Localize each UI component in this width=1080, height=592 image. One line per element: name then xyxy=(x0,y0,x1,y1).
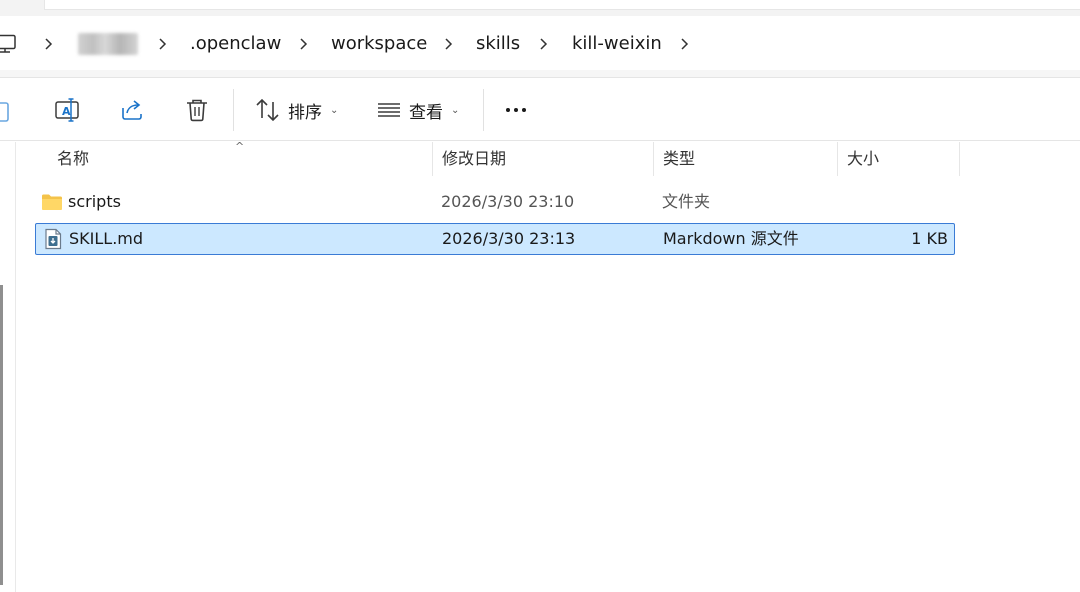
chevron-right-icon[interactable] xyxy=(298,34,308,54)
delete-button[interactable] xyxy=(183,95,211,125)
sort-label: 排序 xyxy=(288,102,322,123)
computer-icon[interactable] xyxy=(0,34,16,54)
share-icon xyxy=(122,100,142,120)
more-icon xyxy=(506,108,526,112)
address-bar-top-strip xyxy=(0,0,1080,16)
breadcrumb-item-redacted-user[interactable] xyxy=(78,33,138,55)
file-explorer-window: .openclaw workspace skills kill-weixin A xyxy=(0,0,1080,592)
chevron-right-icon[interactable] xyxy=(43,34,53,54)
navigation-pane-scrollbar[interactable] xyxy=(0,285,3,585)
chevron-right-icon[interactable] xyxy=(157,34,167,54)
trash-icon xyxy=(187,99,207,122)
column-header-type[interactable]: 类型 xyxy=(653,142,837,176)
more-options-button[interactable] xyxy=(503,95,531,125)
breadcrumb-toolbar-divider xyxy=(0,70,1080,78)
rename-button[interactable]: A xyxy=(53,95,81,125)
toolbar-separator xyxy=(483,89,484,131)
column-header-type-label: 类型 xyxy=(663,149,696,168)
file-modified-date: 2026/3/30 23:13 xyxy=(442,229,576,248)
breadcrumb-item-kill-weixin[interactable]: kill-weixin xyxy=(572,33,662,55)
file-type: 文件夹 xyxy=(662,192,711,211)
file-type: Markdown 源文件 xyxy=(663,229,799,248)
svg-text:A: A xyxy=(62,105,71,118)
column-header-name-label: 名称 xyxy=(57,149,90,168)
sort-icon xyxy=(256,98,279,122)
file-modified-date: 2026/3/30 23:10 xyxy=(441,192,575,211)
file-row-skill-md[interactable]: SKILL.md 2026/3/30 23:13 Markdown 源文件 1 … xyxy=(35,223,955,255)
chevron-down-icon: ⌄ xyxy=(330,104,339,116)
command-bar: A 排序 ⌄ 查看 ⌄ xyxy=(0,79,1080,141)
breadcrumb: .openclaw workspace skills kill-weixin xyxy=(0,20,1080,70)
file-name: scripts xyxy=(68,192,121,211)
chevron-right-icon[interactable] xyxy=(443,34,453,54)
chevron-down-icon: ⌄ xyxy=(451,104,460,116)
view-list-icon xyxy=(378,103,400,117)
column-header-size[interactable]: 大小 xyxy=(837,142,959,176)
toolbar-separator xyxy=(233,89,234,131)
share-button[interactable] xyxy=(118,95,146,125)
column-header-date-label: 修改日期 xyxy=(442,149,507,168)
column-divider[interactable] xyxy=(959,142,960,176)
chevron-right-icon[interactable] xyxy=(538,34,548,54)
column-header-date[interactable]: 修改日期 xyxy=(432,142,653,176)
breadcrumb-item-skills[interactable]: skills xyxy=(476,33,520,55)
file-name: SKILL.md xyxy=(69,229,144,248)
folder-icon xyxy=(42,194,62,210)
breadcrumb-item-openclaw[interactable]: .openclaw xyxy=(190,33,281,55)
sort-button[interactable]: 排序 ⌄ xyxy=(254,95,338,125)
view-button[interactable]: 查看 ⌄ xyxy=(375,95,459,125)
markdown-file-icon xyxy=(45,228,62,250)
file-row-scripts[interactable]: scripts 2026/3/30 23:10 文件夹 xyxy=(35,187,955,219)
chevron-right-icon[interactable] xyxy=(679,34,689,54)
view-label: 查看 xyxy=(409,102,443,123)
paste-icon[interactable] xyxy=(0,99,10,123)
rename-icon: A xyxy=(55,98,79,122)
address-bar-edge xyxy=(44,0,1080,10)
sort-ascending-icon: ^ xyxy=(235,140,245,153)
breadcrumb-item-workspace[interactable]: workspace xyxy=(331,33,427,55)
file-size: 1 KB xyxy=(911,229,948,248)
column-header-size-label: 大小 xyxy=(847,149,880,168)
